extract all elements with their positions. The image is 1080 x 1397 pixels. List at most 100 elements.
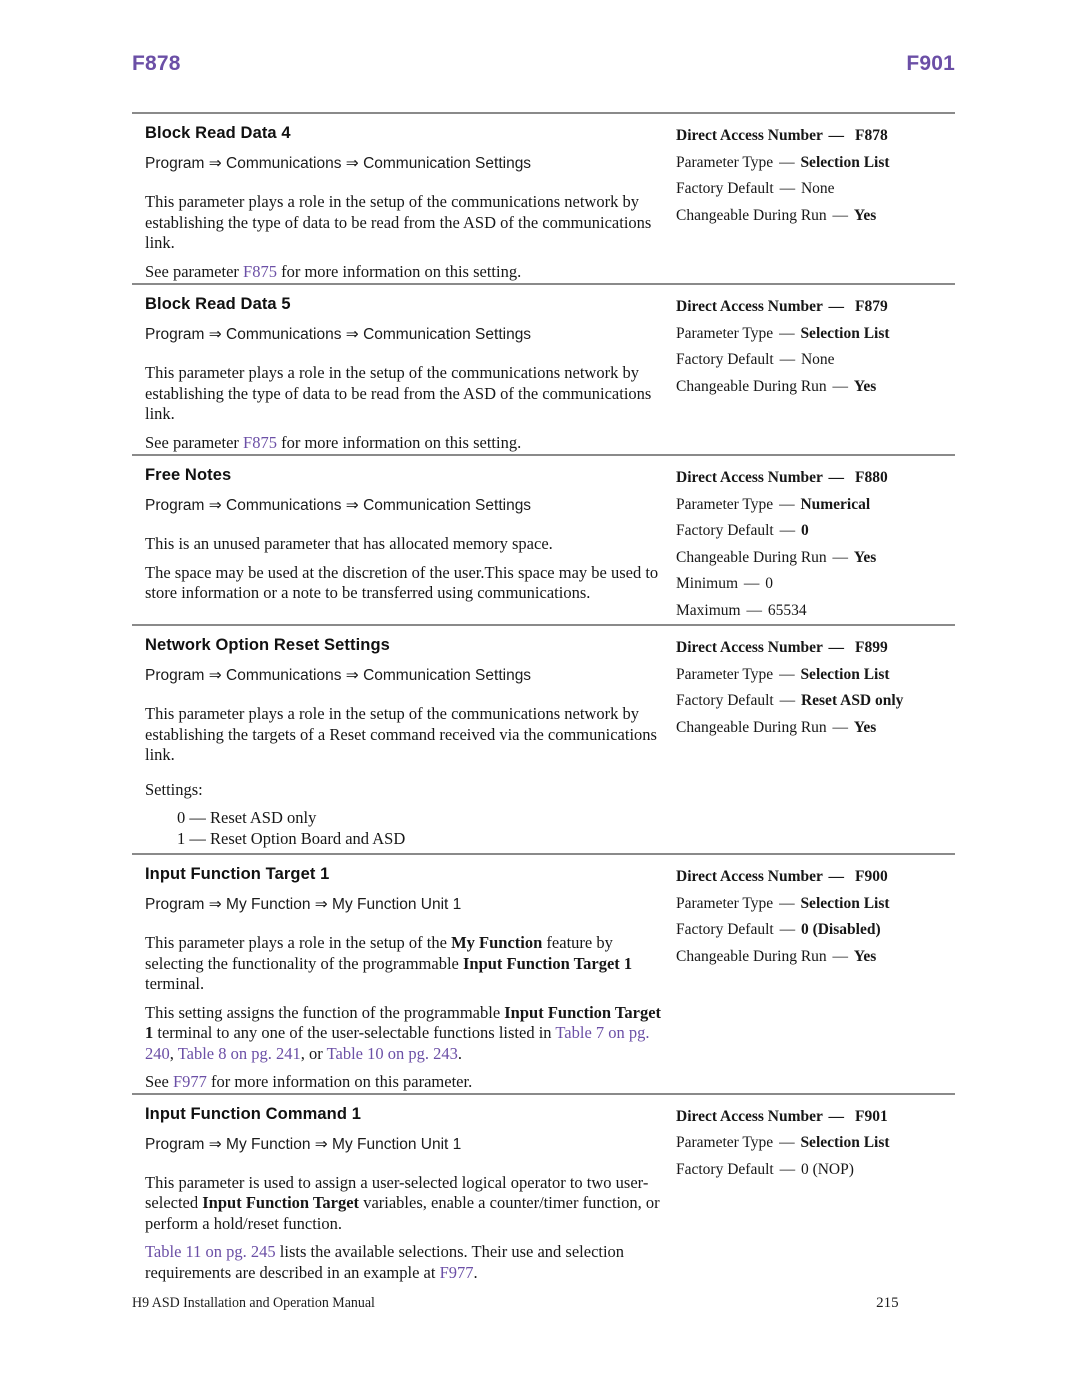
- parameter-menu-path: Program ⇒ My Function ⇒ My Function Unit…: [145, 1135, 462, 1153]
- spec-list: Direct Access Number — F901 Parameter Typ…: [676, 1104, 955, 1184]
- spec-label: Parameter Type: [676, 495, 774, 513]
- spec-parameter-type: Parameter Type — Selection List: [676, 1130, 955, 1157]
- spec-parameter-type: Parameter Type — Selection List: [676, 662, 955, 689]
- spec-dash: —: [828, 469, 845, 486]
- parameter-specs-column: Direct Access Number — F901 Parameter Typ…: [664, 1104, 955, 1184]
- parameter-title: Block Read Data 4: [145, 124, 291, 142]
- spec-direct-access-number: Direct Access Number — F900: [676, 864, 955, 891]
- parameter-body-paragraph: Table 11 on pg. 245 lists the available …: [145, 1242, 664, 1283]
- body-text: terminal to any one of the user-selectab…: [153, 1023, 556, 1042]
- spec-changeable-during-run: Changeable During Run — Yes: [676, 545, 955, 572]
- spec-value: Yes: [853, 718, 877, 736]
- parameter-menu-path: Program ⇒ Communications ⇒ Communication…: [145, 667, 532, 684]
- spec-value: 0 (Disabled): [800, 921, 881, 938]
- spec-dash: —: [828, 127, 845, 144]
- spec-value: F878: [855, 127, 888, 144]
- parameter-body-paragraph: This parameter plays a role in the setup…: [145, 363, 664, 425]
- parameter-body-paragraph: This parameter is used to assign a user-…: [145, 1173, 664, 1235]
- spec-changeable-during-run: Changeable During Run — Yes: [676, 374, 955, 401]
- parameter-description-column: Block Read Data 5 Program ⇒ Communicatio…: [132, 294, 664, 453]
- spec-label: Parameter Type: [676, 324, 774, 342]
- spec-dash: —: [832, 947, 849, 965]
- spec-value: Yes: [853, 947, 877, 965]
- cross-reference-link[interactable]: Table 10 on pg. 243: [327, 1044, 458, 1063]
- spec-dash: —: [746, 601, 762, 619]
- spec-label: Maximum: [676, 601, 741, 619]
- spec-dash: —: [779, 324, 795, 342]
- cross-reference-link[interactable]: F977: [173, 1072, 207, 1091]
- spec-factory-default: Factory Default — 0 (Disabled): [676, 917, 955, 944]
- body-text: for more information on this parameter.: [206, 1072, 473, 1091]
- spec-value: Yes: [853, 548, 877, 566]
- cross-reference-link[interactable]: F875: [243, 262, 277, 281]
- parameter-title: Free Notes: [145, 466, 232, 484]
- body-text: , or: [300, 1043, 327, 1063]
- spec-value: Selection List: [800, 1134, 890, 1151]
- parameter-specs-column: Direct Access Number — F900 Parameter Typ…: [664, 864, 955, 970]
- cross-reference-link[interactable]: Table 11 on pg. 245: [145, 1242, 276, 1261]
- spec-label: Factory Default: [676, 522, 774, 539]
- spec-label: Factory Default: [676, 351, 774, 368]
- spec-value: Selection List: [800, 665, 890, 683]
- parameter-body-paragraph: This parameter plays a role in the setup…: [145, 192, 664, 254]
- spec-dash: —: [779, 1160, 796, 1178]
- spec-dash: —: [779, 522, 796, 539]
- body-text: terminal.: [145, 974, 205, 993]
- spec-label: Minimum: [676, 575, 739, 592]
- spec-dash: —: [828, 1107, 845, 1125]
- spec-dash: —: [779, 692, 796, 709]
- spec-label: Parameter Type: [676, 894, 774, 912]
- spec-value: Selection List: [800, 324, 890, 342]
- spec-value: Selection List: [800, 894, 890, 912]
- spec-dash: —: [832, 548, 849, 566]
- spec-value: 0 (NOP): [800, 1160, 854, 1178]
- spec-label: Changeable During Run: [676, 718, 827, 736]
- body-text: See parameter: [145, 432, 244, 452]
- spec-label: Changeable During Run: [676, 548, 827, 566]
- parameter-body-paragraph: See F977 for more information on this pa…: [145, 1072, 664, 1093]
- spec-value: Yes: [853, 206, 877, 224]
- spec-factory-default: Factory Default — None: [676, 176, 955, 203]
- spec-direct-access-number: Direct Access Number — F899: [676, 635, 955, 662]
- spec-direct-access-number: Direct Access Number — F880: [676, 465, 955, 492]
- spec-label: Parameter Type: [676, 665, 774, 683]
- spec-changeable-during-run: Changeable During Run — Yes: [676, 715, 955, 742]
- spec-dash: —: [779, 894, 795, 912]
- spec-value: F879: [855, 298, 888, 315]
- spec-label: Changeable During Run: [676, 206, 827, 224]
- body-text: This parameter plays a role in the setup…: [145, 704, 657, 764]
- spec-dash: —: [779, 153, 795, 171]
- spec-dash: —: [779, 665, 795, 683]
- body-text: .: [473, 1262, 478, 1282]
- parameter-specs-column: Direct Access Number — F899 Parameter Typ…: [664, 635, 955, 741]
- spec-value: Yes: [853, 377, 877, 395]
- body-text: The space may be used at the discretion …: [145, 562, 659, 603]
- spec-value: F901: [855, 1107, 888, 1125]
- spec-label: Direct Access Number: [676, 127, 823, 144]
- parameter-description-column: Free Notes Program ⇒ Communications ⇒ Co…: [132, 465, 664, 604]
- cross-reference-link[interactable]: F977: [440, 1263, 474, 1282]
- spec-value: F900: [855, 868, 888, 885]
- emphasized-term: Input Function Target: [202, 1193, 360, 1212]
- spec-dash: —: [832, 206, 849, 224]
- body-text: See parameter: [145, 261, 244, 281]
- manual-page: F878 F901 Block Read Data 4 Program ⇒ Co…: [0, 0, 1080, 1397]
- spec-value: 0: [765, 575, 774, 592]
- body-text: for more information on this setting.: [276, 261, 522, 281]
- spec-dash: —: [828, 298, 845, 315]
- spec-list: Direct Access Number — F878 Parameter Typ…: [676, 123, 955, 229]
- spec-label: Changeable During Run: [676, 377, 827, 395]
- spec-label: Direct Access Number: [676, 868, 823, 885]
- parameter-block: Network Option Reset Settings Program ⇒ …: [132, 626, 955, 853]
- spec-label: Parameter Type: [676, 1134, 774, 1151]
- parameter-specs-column: Direct Access Number — F880 Parameter Typ…: [664, 465, 955, 624]
- running-head-left: F878: [132, 52, 181, 75]
- spec-factory-default: Factory Default — Reset ASD only: [676, 688, 955, 715]
- spec-dash: —: [779, 1134, 795, 1151]
- spec-direct-access-number: Direct Access Number — F879: [676, 294, 955, 321]
- spec-value: 0: [800, 522, 809, 539]
- spec-factory-default: Factory Default — 0 (NOP): [676, 1157, 955, 1184]
- cross-reference-link[interactable]: Table 8 on pg. 241: [178, 1044, 301, 1063]
- page-footer: H9 ASD Installation and Operation Manual…: [132, 1295, 898, 1312]
- cross-reference-link[interactable]: F875: [243, 433, 277, 452]
